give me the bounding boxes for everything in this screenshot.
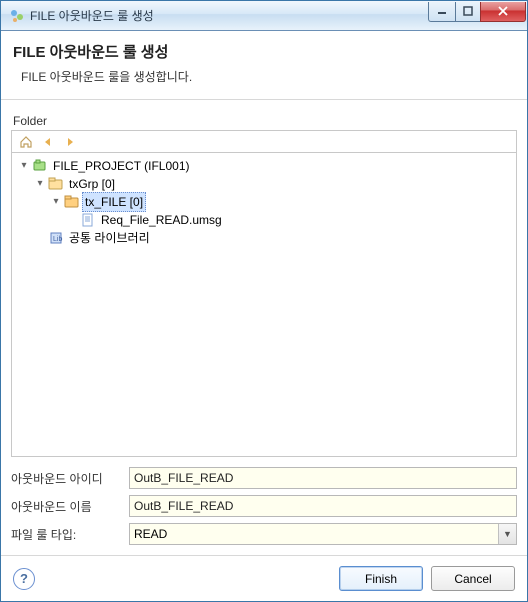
file-icon [80,212,96,228]
outbound-id-input[interactable] [129,467,517,489]
tree-node-label: tx_FILE [0] [82,192,146,212]
maximize-button[interactable] [455,2,481,22]
folder-label: Folder [13,114,517,128]
tree-node-project[interactable]: ▾ FILE_PROJECT (IFL001) [18,157,514,175]
library-icon: Lib [48,230,64,246]
dialog-title: FILE 아웃바운드 룰 생성 [13,41,515,62]
forward-arrow-icon[interactable] [62,134,78,150]
tree-node-label: FILE_PROJECT (IFL001) [50,157,193,175]
dialog-window: FILE 아웃바운드 룰 생성 FILE 아웃바운드 룰 생성 FILE 아웃바… [0,0,528,602]
tree-node-label: 공통 라이브러리 [66,229,153,247]
window-title: FILE 아웃바운드 룰 생성 [30,7,428,24]
dialog-footer: ? Finish Cancel [1,555,527,601]
close-button[interactable] [480,2,526,22]
cancel-button[interactable]: Cancel [431,566,515,591]
expander-icon[interactable]: ▾ [50,193,62,211]
file-rule-type-select[interactable]: READ ▼ [129,523,517,545]
expander-icon[interactable]: ▾ [34,175,46,193]
minimize-button[interactable] [428,2,456,22]
tree-node-label: Req_File_READ.umsg [98,211,225,229]
dialog-description: FILE 아웃바운드 룰을 생성합니다. [13,68,515,85]
select-value: READ [129,523,517,545]
dialog-header: FILE 아웃바운드 룰 생성 FILE 아웃바운드 룰을 생성합니다. [1,31,527,100]
folder-group-icon [48,176,64,192]
home-icon[interactable] [18,134,34,150]
help-icon[interactable]: ? [13,568,35,590]
outbound-name-input[interactable] [129,495,517,517]
form-area: 아웃바운드 아이디 아웃바운드 이름 파일 룰 타입: READ ▼ [11,467,517,545]
folder-tx-icon [64,194,80,210]
svg-text:Lib: Lib [53,236,62,243]
dialog-content: Folder ▾ [1,100,527,555]
tree-node-txgrp[interactable]: ▾ txGrp [0] [34,175,514,193]
window-controls [428,2,526,22]
project-icon [32,158,48,174]
app-icon [9,8,25,24]
tree-node-label: txGrp [0] [66,175,118,193]
finish-button[interactable]: Finish [339,566,423,591]
titlebar[interactable]: FILE 아웃바운드 룰 생성 [1,1,527,31]
file-rule-type-label: 파일 룰 타입: [11,526,121,543]
back-arrow-icon[interactable] [40,134,56,150]
outbound-name-label: 아웃바운드 이름 [11,498,121,515]
expander-icon[interactable]: ▾ [18,157,30,175]
tree-node-commonlib[interactable]: ▾ Lib 공통 라이브러리 [34,229,514,247]
outbound-id-label: 아웃바운드 아이디 [11,470,121,487]
folder-tree[interactable]: ▾ FILE_PROJECT (IFL001) ▾ [11,152,517,457]
tree-toolbar [11,130,517,152]
tree-node-txfile[interactable]: ▾ tx_FILE [0] [50,193,514,211]
chevron-down-icon[interactable]: ▼ [498,524,516,544]
tree-node-reqfile[interactable]: ▾ Req_File_READ.umsg [66,211,514,229]
